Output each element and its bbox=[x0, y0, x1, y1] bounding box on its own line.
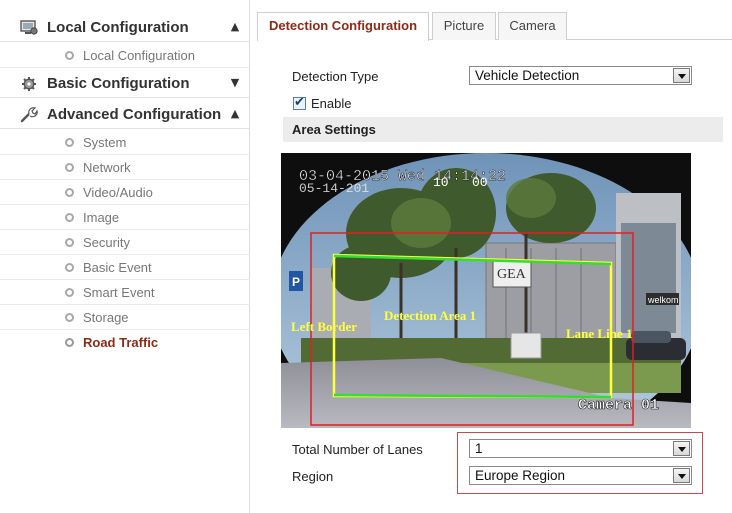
tab-detection-configuration[interactable]: Detection Configuration bbox=[257, 12, 429, 41]
sidebar-item-smart-event[interactable]: Smart Event bbox=[0, 280, 250, 305]
enable-checkbox[interactable]: ✔ bbox=[293, 95, 306, 110]
section-advanced-label: Advanced Configuration bbox=[47, 106, 222, 123]
sidebar-item-label: Local Configuration bbox=[83, 48, 196, 63]
chevron-up-icon[interactable]: ▲ bbox=[229, 21, 241, 33]
sidebar-item-network[interactable]: Network bbox=[0, 155, 250, 180]
sidebar-item-label: Smart Event bbox=[83, 285, 155, 300]
detection-type-label: Detection Type bbox=[292, 69, 379, 84]
section-advanced-configuration[interactable]: Advanced Configuration ▲ bbox=[0, 101, 250, 129]
bullet-icon bbox=[65, 313, 74, 322]
bullet-icon bbox=[65, 163, 74, 172]
chevron-up-icon[interactable]: ▲ bbox=[229, 108, 241, 120]
chevron-down-icon[interactable]: ▼ bbox=[229, 77, 241, 89]
sidebar-item-road-traffic[interactable]: Road Traffic bbox=[0, 330, 250, 355]
region-label: Region bbox=[292, 469, 334, 484]
lanes-value: 1 bbox=[475, 441, 483, 456]
osd-ghost-numbers: 10 00 bbox=[433, 175, 488, 190]
bullet-icon bbox=[65, 188, 74, 197]
gear-icon bbox=[20, 76, 38, 92]
sidebar-item-basic-event[interactable]: Basic Event bbox=[0, 255, 250, 280]
sidebar-item-label: Network bbox=[83, 160, 131, 175]
sidebar: Local Configuration ▲ Local Configuratio… bbox=[0, 0, 250, 513]
section-local-configuration[interactable]: Local Configuration ▲ bbox=[0, 14, 250, 42]
sign-text: GEA bbox=[497, 267, 527, 282]
section-basic-label: Basic Configuration bbox=[47, 75, 190, 92]
svg-text:P: P bbox=[292, 275, 300, 289]
dropdown-arrow-icon[interactable] bbox=[673, 468, 690, 483]
lanes-label: Total Number of Lanes bbox=[292, 442, 423, 457]
sidebar-item-label: Security bbox=[83, 235, 130, 250]
detection-type-select[interactable]: Vehicle Detection bbox=[469, 66, 692, 85]
detection-area-label: Detection Area 1 bbox=[384, 308, 476, 323]
tab-bar: Detection Configuration Picture Camera bbox=[257, 12, 732, 41]
sidebar-item-system[interactable]: System bbox=[0, 130, 250, 155]
bullet-icon bbox=[65, 338, 74, 347]
sidebar-item-video-audio[interactable]: Video/Audio bbox=[0, 180, 250, 205]
sidebar-item-label: Road Traffic bbox=[83, 335, 159, 350]
sidebar-item-label: System bbox=[83, 135, 127, 150]
region-value: Europe Region bbox=[475, 468, 566, 483]
bullet-icon bbox=[65, 51, 74, 60]
sidebar-item-image[interactable]: Image bbox=[0, 205, 250, 230]
dropdown-arrow-icon[interactable] bbox=[673, 68, 690, 83]
welcome-sign-text: welkom bbox=[647, 295, 679, 305]
bullet-icon bbox=[65, 238, 74, 247]
osd-timestamp-ghost: 05-14-201 bbox=[299, 181, 369, 196]
bullet-icon bbox=[65, 263, 74, 272]
camera-scene: GEA welkom P Left Border Detection Area … bbox=[281, 153, 691, 428]
video-preview[interactable]: GEA welkom P Left Border Detection Area … bbox=[281, 153, 691, 428]
sidebar-item-label: Basic Event bbox=[83, 260, 152, 275]
detection-type-value: Vehicle Detection bbox=[475, 68, 580, 83]
bullet-icon bbox=[65, 138, 74, 147]
sidebar-item-label: Storage bbox=[83, 310, 129, 325]
lanes-select[interactable]: 1 bbox=[469, 439, 692, 458]
sidebar-item-label: Video/Audio bbox=[83, 185, 153, 200]
enable-label: Enable bbox=[311, 96, 352, 111]
tab-picture[interactable]: Picture bbox=[432, 12, 496, 40]
region-select[interactable]: Europe Region bbox=[469, 466, 692, 485]
sidebar-item-local-configuration[interactable]: Local Configuration bbox=[0, 43, 250, 68]
wrench-icon bbox=[20, 107, 38, 123]
sidebar-item-security[interactable]: Security bbox=[0, 230, 250, 255]
monitor-settings-icon bbox=[20, 20, 38, 36]
bullet-icon bbox=[65, 213, 74, 222]
bullet-icon bbox=[65, 288, 74, 297]
checkmark-icon: ✔ bbox=[294, 95, 305, 110]
area-settings-header: Area Settings bbox=[283, 117, 723, 142]
tab-camera[interactable]: Camera bbox=[498, 12, 567, 40]
osd-camera-name: Camera 01 bbox=[578, 397, 659, 414]
area-settings-title: Area Settings bbox=[292, 122, 376, 137]
section-local-label: Local Configuration bbox=[47, 19, 189, 36]
sidebar-item-storage[interactable]: Storage bbox=[0, 305, 250, 330]
section-basic-configuration[interactable]: Basic Configuration ▼ bbox=[0, 70, 250, 98]
left-border-label: Left Border bbox=[291, 319, 357, 334]
lane-line-label: Lane Line 1 bbox=[566, 326, 632, 341]
dropdown-arrow-icon[interactable] bbox=[673, 441, 690, 456]
sidebar-item-label: Image bbox=[83, 210, 120, 225]
